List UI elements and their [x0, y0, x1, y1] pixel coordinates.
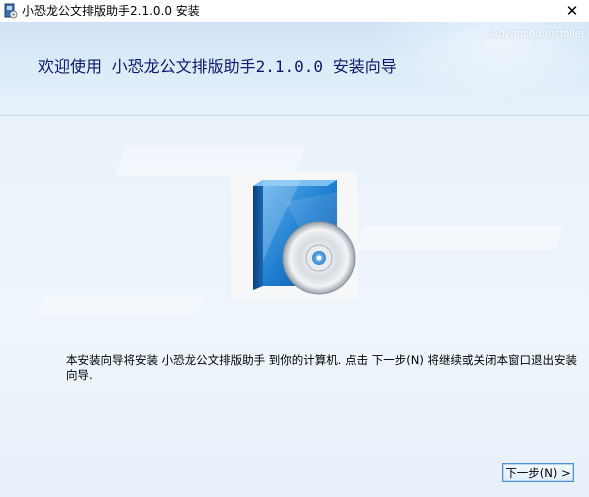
software-box-cd-icon — [231, 172, 358, 300]
close-button[interactable]: ✕ — [555, 0, 589, 22]
advanced-installer-brand: Advanced Installer — [490, 28, 585, 40]
close-icon: ✕ — [565, 2, 579, 20]
welcome-description: 本安装向导将安装 小恐龙公文排版助手 到你的计算机. 点击 下一步(N) 将继续… — [66, 353, 578, 382]
page-title: 欢迎使用 小恐龙公文排版助手2.1.0.0 安装向导 — [38, 57, 397, 76]
next-button[interactable]: 下一步(N) > — [502, 463, 574, 482]
background-streak — [355, 226, 565, 250]
window-titlebar[interactable]: 小恐龙公文排版助手2.1.0.0 安装 ✕ — [0, 0, 589, 22]
background-streak — [36, 296, 204, 316]
window-title: 小恐龙公文排版助手2.1.0.0 安装 — [22, 4, 200, 18]
header-banner: Advanced Installer 欢迎使用 小恐龙公文排版助手2.1.0.0… — [0, 22, 589, 116]
installer-icon — [4, 3, 18, 19]
welcome-content: 本安装向导将安装 小恐龙公文排版助手 到你的计算机. 点击 下一步(N) 将继续… — [0, 116, 589, 497]
